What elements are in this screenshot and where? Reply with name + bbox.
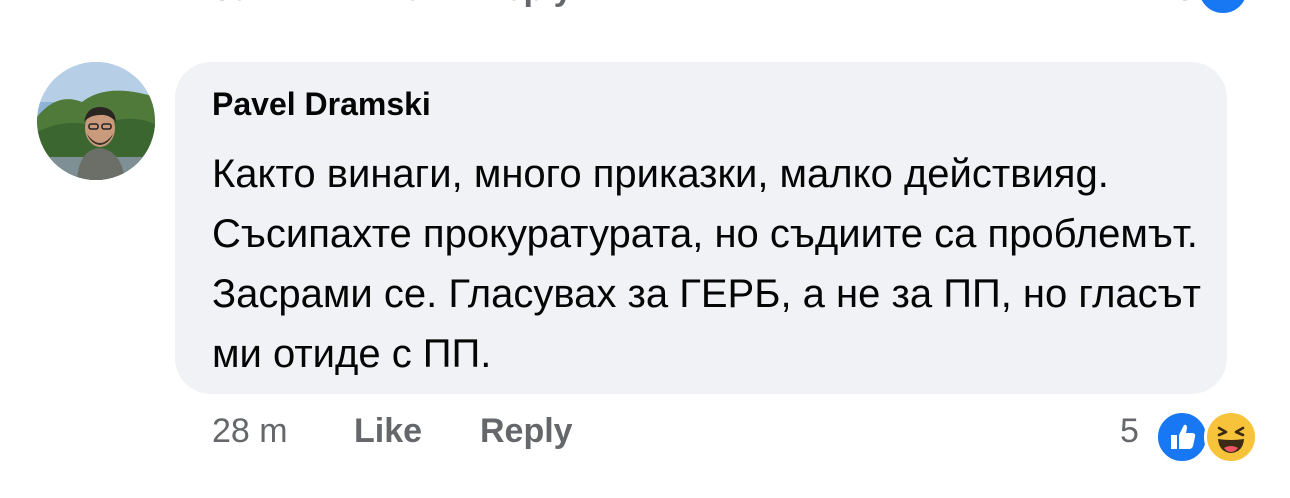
like-icon[interactable]: [1196, 0, 1250, 16]
comment-bubble: Pavel Dramski Както винаги, много приказ…: [175, 62, 1227, 394]
haha-icon[interactable]: [1204, 410, 1258, 464]
previous-reaction-count[interactable]: 5: [1176, 0, 1195, 9]
comment-text: Както винаги, много приказки, малко дейс…: [212, 152, 1201, 376]
comment-time[interactable]: 28 m: [212, 412, 288, 451]
avatar[interactable]: [37, 62, 155, 180]
previous-comment-actions: 39 m Like Reply 5: [0, 0, 1290, 16]
comment-thread: 39 m Like Reply 5 Pavel Dramski Както ви…: [0, 0, 1290, 498]
previous-reply-button[interactable]: Reply: [480, 0, 573, 9]
comment-author[interactable]: Pavel Dramski: [212, 86, 431, 123]
reply-button[interactable]: Reply: [480, 412, 573, 451]
comment-actions: 28 m Like Reply 5: [0, 408, 1290, 464]
like-icon[interactable]: [1155, 410, 1209, 464]
previous-like-button[interactable]: Like: [354, 0, 422, 9]
previous-comment-time[interactable]: 39 m: [212, 0, 288, 9]
reaction-count[interactable]: 5: [1120, 412, 1139, 451]
like-button[interactable]: Like: [354, 412, 422, 451]
